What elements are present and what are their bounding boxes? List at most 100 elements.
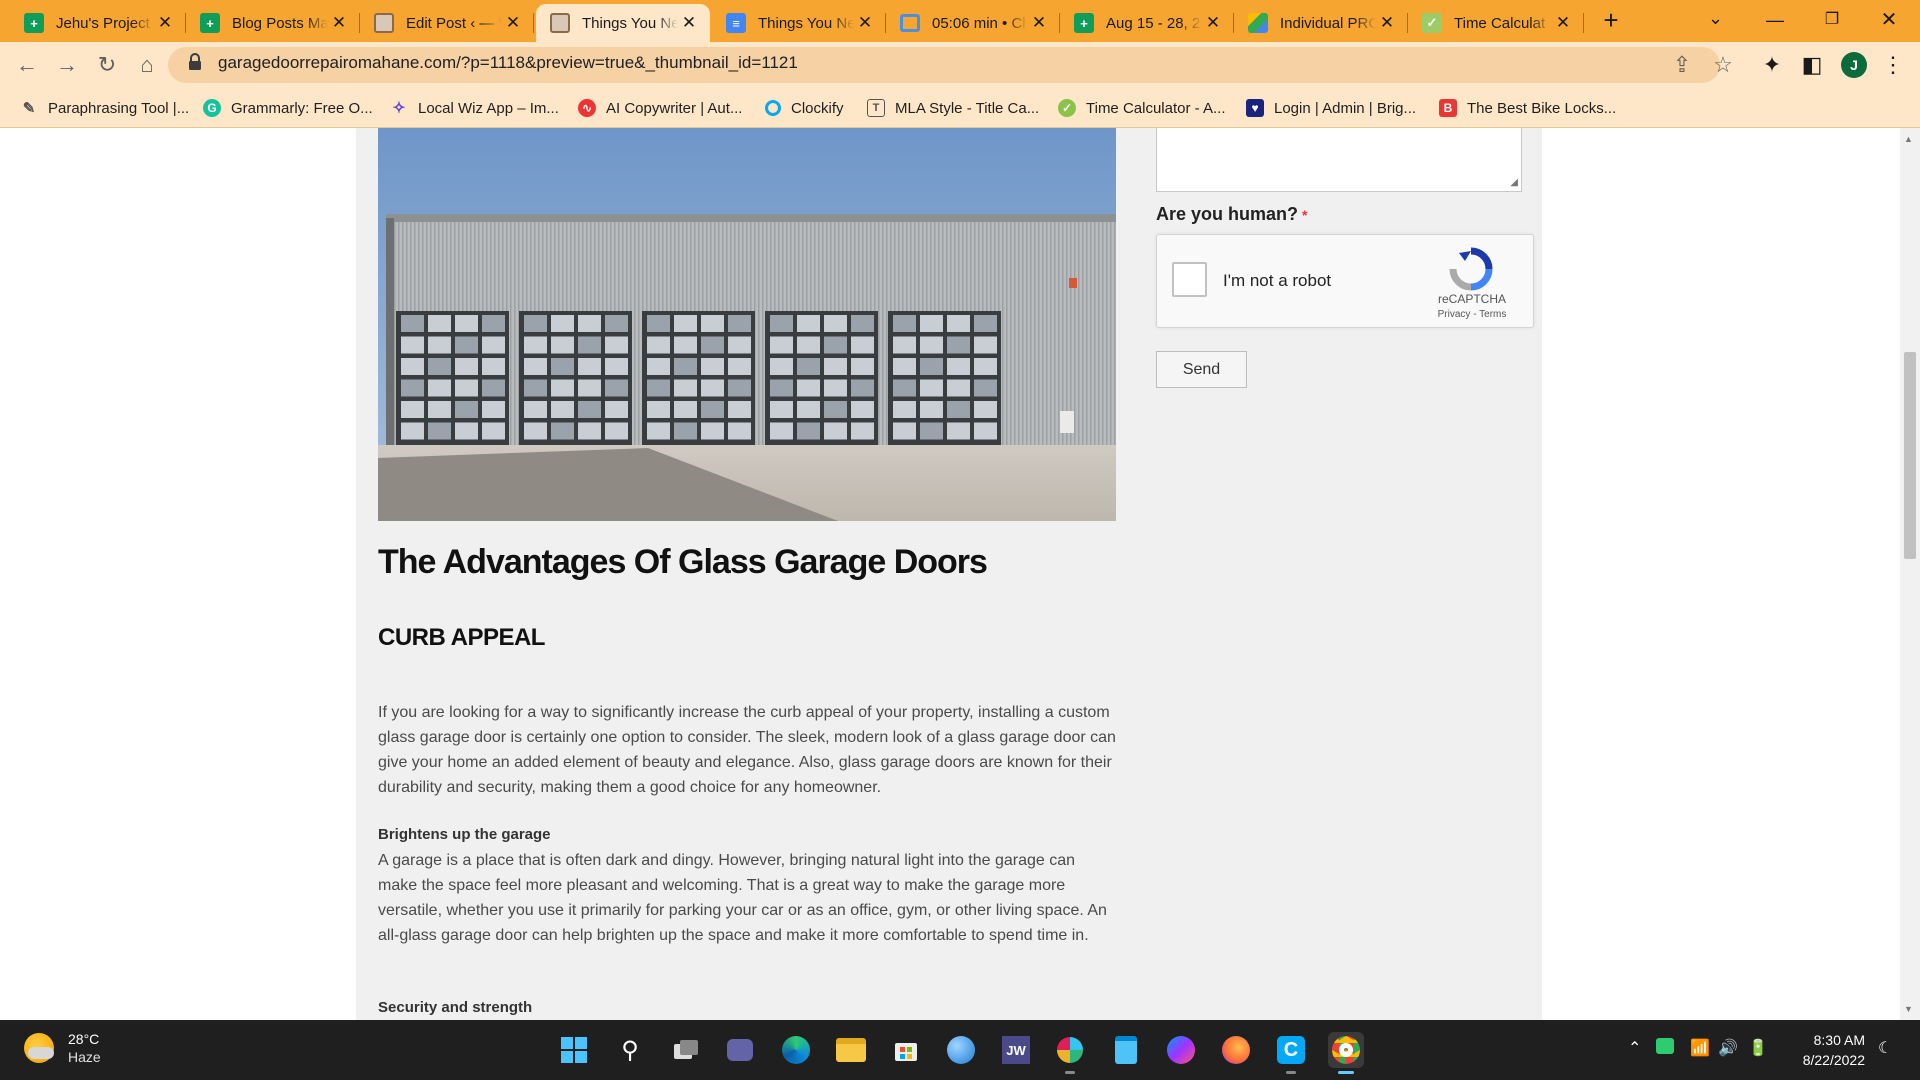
- jw-library-icon[interactable]: JW: [998, 1032, 1034, 1068]
- close-tab-icon[interactable]: ✕: [1376, 12, 1398, 34]
- url-text[interactable]: garagedoorrepairomahane.com/?p=1118&prev…: [218, 53, 798, 73]
- tab-time-calculator[interactable]: ✓ Time Calculat ✕: [1408, 4, 1584, 42]
- tab-title: Jehu's Project: [56, 14, 150, 32]
- close-tab-icon[interactable]: ✕: [678, 12, 700, 34]
- chrome-icon[interactable]: [1328, 1032, 1364, 1074]
- tab-search-chevron-icon[interactable]: ⌄: [1708, 8, 1723, 29]
- grammarly-icon: G: [203, 99, 221, 117]
- clockify-icon: [900, 14, 920, 32]
- volume-icon[interactable]: 🔊: [1718, 1038, 1738, 1058]
- window-close-button[interactable]: ✕: [1872, 6, 1906, 34]
- content-wrapper: The Advantages Of Glass Garage Doors CUR…: [356, 128, 1542, 1020]
- maps-globe-icon[interactable]: [943, 1032, 979, 1068]
- recaptcha-brand: reCAPTCHA: [1437, 292, 1506, 306]
- scroll-down-arrow-icon[interactable]: ▼: [1904, 1004, 1913, 1014]
- extensions-puzzle-icon[interactable]: ✦: [1757, 50, 1787, 80]
- lock-icon[interactable]: [188, 53, 202, 71]
- system-tray-app-icon[interactable]: [1656, 1038, 1674, 1054]
- home-icon[interactable]: ⌂: [132, 50, 162, 80]
- bookmark-label: The Best Bike Locks...: [1467, 99, 1617, 117]
- weather-widget[interactable]: 28°C Haze: [24, 1030, 101, 1066]
- recaptcha-checkbox[interactable]: [1172, 262, 1207, 297]
- slack-icon[interactable]: [1052, 1032, 1088, 1074]
- wizard-icon: ✧: [392, 100, 406, 117]
- tab-things-you-need-doc[interactable]: ≡ Things You Ne ✕: [712, 4, 886, 42]
- side-panel-icon[interactable]: ◧: [1797, 50, 1827, 80]
- share-icon[interactable]: ⇪: [1667, 50, 1697, 80]
- tab-edit-post[interactable]: Edit Post ‹ — V ✕: [360, 4, 534, 42]
- reload-icon[interactable]: ↻: [92, 50, 122, 80]
- clock-time: 8:30 AM: [1813, 1032, 1865, 1048]
- admin-icon: ♥: [1246, 99, 1264, 117]
- windows-taskbar: 28°C Haze ⚲ JW C ⌃ 📶 🔊 🔋 8:30 AM 8/22/20…: [0, 1020, 1920, 1080]
- bookmark-time-calculator[interactable]: ✓ Time Calculator - A...: [1058, 96, 1225, 120]
- send-button[interactable]: Send: [1156, 351, 1247, 388]
- bookmark-ai-copywriter[interactable]: ∿ AI Copywriter | Aut...: [578, 96, 742, 120]
- microsoft-store-icon[interactable]: [888, 1032, 924, 1068]
- edge-browser-icon[interactable]: [778, 1032, 814, 1068]
- tab-title: 05:06 min • Cl: [932, 14, 1026, 32]
- page-scrollbar[interactable]: ▲ ▼: [1900, 128, 1920, 1020]
- search-icon[interactable]: ⚲: [612, 1032, 648, 1068]
- close-tab-icon[interactable]: ✕: [502, 12, 524, 34]
- firefox-icon[interactable]: [1218, 1032, 1254, 1068]
- close-tab-icon[interactable]: ✕: [1202, 12, 1224, 34]
- wordpress-site-icon: [374, 13, 394, 33]
- notepad-icon[interactable]: [1108, 1032, 1144, 1068]
- wifi-icon[interactable]: 📶: [1690, 1038, 1710, 1058]
- new-tab-button[interactable]: +: [1598, 7, 1624, 34]
- show-hidden-icons-chevron-icon[interactable]: ⌃: [1628, 1038, 1641, 1058]
- tab-individual-drive[interactable]: Individual PRC ✕: [1234, 4, 1408, 42]
- close-tab-icon[interactable]: ✕: [1552, 12, 1574, 34]
- restore-button[interactable]: ❐: [1815, 6, 1849, 34]
- bookmark-clockify[interactable]: Clockify: [765, 96, 844, 120]
- wordpress-site-icon: [550, 13, 570, 33]
- google-sheets-icon: +: [24, 13, 44, 33]
- system-clock[interactable]: 8:30 AM 8/22/2022: [1785, 1030, 1865, 1070]
- bookmark-star-icon[interactable]: ☆: [1708, 50, 1738, 80]
- bookmark-grammarly[interactable]: G Grammarly: Free O...: [203, 96, 373, 120]
- close-tab-icon[interactable]: ✕: [854, 12, 876, 34]
- tab-jehus-project[interactable]: + Jehu's Project ✕: [10, 4, 186, 42]
- time-calculator-icon: ✓: [1058, 99, 1076, 117]
- tab-things-you-need-active[interactable]: Things You Ne ✕: [536, 4, 710, 42]
- forward-arrow-icon[interactable]: →: [52, 50, 82, 80]
- bookmark-local-wiz[interactable]: ✧ Local Wiz App – Im...: [390, 96, 559, 120]
- bookmark-mla-style[interactable]: T MLA Style - Title Ca...: [867, 96, 1039, 120]
- close-tab-icon[interactable]: ✕: [154, 12, 176, 34]
- back-arrow-icon[interactable]: ←: [12, 50, 42, 80]
- notifications-icon[interactable]: ☾: [1878, 1038, 1892, 1058]
- clockify-app-icon[interactable]: C: [1273, 1032, 1309, 1074]
- browser-menu-icon[interactable]: ⋮: [1878, 50, 1908, 80]
- tab-aug-sheet[interactable]: + Aug 15 - 28, 2 ✕: [1060, 4, 1234, 42]
- minimize-button[interactable]: —: [1758, 6, 1792, 34]
- partly-sunny-icon: [24, 1033, 54, 1063]
- recaptcha-label: I'm not a robot: [1223, 271, 1332, 290]
- recaptcha-terms-link[interactable]: Privacy - Terms: [1437, 309, 1507, 320]
- bookmark-label: Grammarly: Free O...: [231, 99, 373, 117]
- google-sheets-icon: +: [200, 13, 220, 33]
- bookmark-login-admin[interactable]: ♥ Login | Admin | Brig...: [1246, 96, 1416, 120]
- scroll-up-arrow-icon[interactable]: ▲: [1904, 134, 1913, 144]
- start-windows-icon[interactable]: [556, 1032, 592, 1068]
- quill-icon: ✎: [22, 100, 36, 117]
- tab-title: Time Calculat: [1454, 14, 1546, 32]
- file-explorer-icon[interactable]: [833, 1032, 869, 1068]
- messenger-icon[interactable]: [1163, 1032, 1199, 1068]
- scrollbar-thumb[interactable]: [1904, 352, 1916, 559]
- bookmark-paraphrasing-tool[interactable]: ✎ Paraphrasing Tool |...: [20, 96, 190, 120]
- message-textarea[interactable]: ◢: [1156, 128, 1522, 192]
- task-view-icon[interactable]: [668, 1032, 704, 1068]
- battery-icon[interactable]: 🔋: [1748, 1038, 1768, 1058]
- bookmark-bike-locks[interactable]: B The Best Bike Locks...: [1439, 96, 1616, 120]
- tab-blog-posts[interactable]: + Blog Posts Ma ✕: [186, 4, 360, 42]
- resize-handle-icon[interactable]: ◢: [1510, 177, 1518, 188]
- teams-chat-icon[interactable]: [722, 1032, 758, 1068]
- article-heading: The Advantages Of Glass Garage Doors: [378, 543, 988, 581]
- bookmarks-bar: ✎ Paraphrasing Tool |... G Grammarly: Fr…: [0, 88, 1920, 128]
- ai-copywriter-icon: ∿: [578, 99, 596, 117]
- tab-clockify-timer[interactable]: 05:06 min • Cl ✕: [886, 4, 1060, 42]
- close-tab-icon[interactable]: ✕: [328, 12, 350, 34]
- close-tab-icon[interactable]: ✕: [1028, 12, 1050, 34]
- profile-avatar[interactable]: J: [1841, 52, 1867, 78]
